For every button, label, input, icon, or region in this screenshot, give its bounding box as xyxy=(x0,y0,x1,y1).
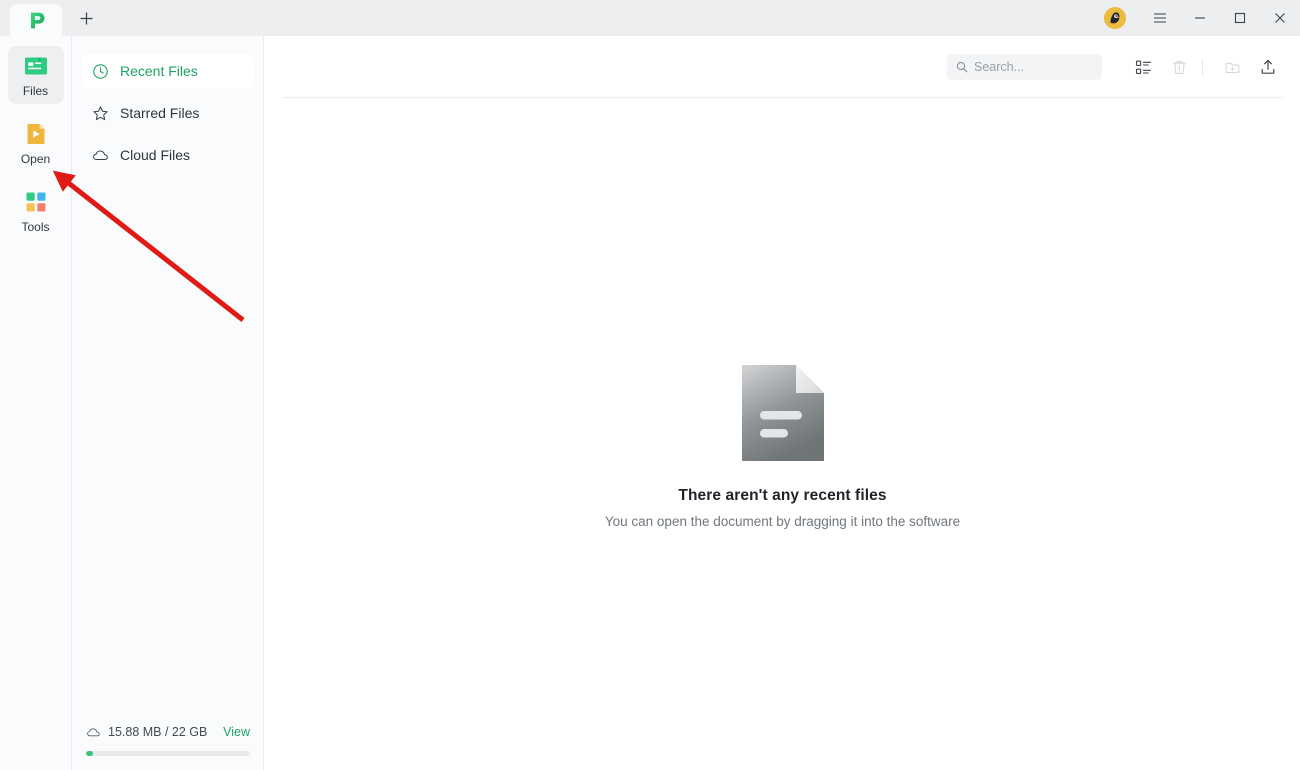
minimize-button[interactable] xyxy=(1180,0,1220,36)
maximize-button[interactable] xyxy=(1220,0,1260,36)
tools-icon xyxy=(26,192,45,212)
empty-state-subtitle: You can open the document by dragging it… xyxy=(604,514,961,529)
storage-progress-fill xyxy=(86,751,94,756)
open-icon xyxy=(27,124,44,144)
cloud-icon xyxy=(93,149,108,160)
nav-item-label: Recent Files xyxy=(120,63,198,79)
toolbar-divider xyxy=(1202,59,1203,75)
storage-progress-bar xyxy=(86,751,250,756)
clock-icon xyxy=(93,63,108,79)
star-icon xyxy=(93,105,108,120)
empty-state: There aren't any recent files You can op… xyxy=(265,98,1300,770)
minimize-icon xyxy=(1195,17,1205,19)
new-folder-icon xyxy=(1225,62,1239,73)
new-folder-button[interactable] xyxy=(1217,52,1247,82)
nav-panel: Recent Files Starred Files Cloud Files 1… xyxy=(72,36,264,770)
delete-button[interactable] xyxy=(1164,52,1194,82)
tab-active[interactable] xyxy=(10,4,62,36)
app-logo-icon xyxy=(30,12,44,28)
close-icon xyxy=(1275,13,1285,23)
rail-item-open[interactable]: Open xyxy=(8,114,64,172)
upload-icon xyxy=(1261,59,1275,74)
maximize-icon xyxy=(1234,12,1246,24)
rail-item-files[interactable]: Files xyxy=(7,46,64,104)
storage-footer: 15.88 MB / 22 GB View xyxy=(72,720,264,770)
title-bar xyxy=(0,0,1300,36)
rail-item-label: Open xyxy=(20,152,51,166)
cloud-icon xyxy=(87,727,100,736)
main-content: There aren't any recent files You can op… xyxy=(265,36,1300,770)
close-button[interactable] xyxy=(1260,0,1300,36)
trash-icon xyxy=(1172,60,1186,74)
storage-usage-text: 15.88 MB / 22 GB xyxy=(108,725,208,739)
nav-item-starred-files[interactable]: Starred Files xyxy=(82,96,253,130)
tab-strip xyxy=(0,0,104,36)
list-view-button[interactable] xyxy=(1128,52,1158,82)
rail-item-tools[interactable]: Tools xyxy=(8,182,64,240)
rail-item-label: Files xyxy=(22,84,49,98)
app-window: Files Open Tools Recent Files Starred Fi… xyxy=(0,0,1300,770)
search-box[interactable] xyxy=(947,54,1102,80)
avatar[interactable] xyxy=(1104,7,1126,29)
nav-item-recent-files[interactable]: Recent Files xyxy=(82,54,253,88)
nav-item-label: Starred Files xyxy=(120,105,200,121)
icon-rail: Files Open Tools xyxy=(0,36,72,770)
nav-list: Recent Files Starred Files Cloud Files xyxy=(72,36,263,172)
new-tab-button[interactable] xyxy=(68,2,104,34)
nav-item-cloud-files[interactable]: Cloud Files xyxy=(82,138,253,172)
empty-state-title: There aren't any recent files xyxy=(678,487,887,504)
storage-row: 15.88 MB / 22 GB View xyxy=(86,720,250,744)
document-icon xyxy=(741,365,824,461)
puffin-avatar-icon xyxy=(1104,7,1126,29)
upload-button[interactable] xyxy=(1253,52,1283,82)
window-controls xyxy=(1104,0,1300,36)
nav-item-label: Cloud Files xyxy=(120,147,191,163)
hamburger-menu-icon xyxy=(1154,13,1166,23)
list-view-icon xyxy=(1135,60,1151,74)
search-icon xyxy=(956,61,968,73)
rail-item-label: Tools xyxy=(21,220,50,234)
search-input[interactable] xyxy=(974,60,1093,74)
content-toolbar xyxy=(265,36,1300,98)
plus-icon xyxy=(80,12,92,24)
menu-button[interactable] xyxy=(1140,0,1180,36)
files-icon xyxy=(24,57,47,75)
storage-view-link[interactable]: View xyxy=(223,725,250,739)
